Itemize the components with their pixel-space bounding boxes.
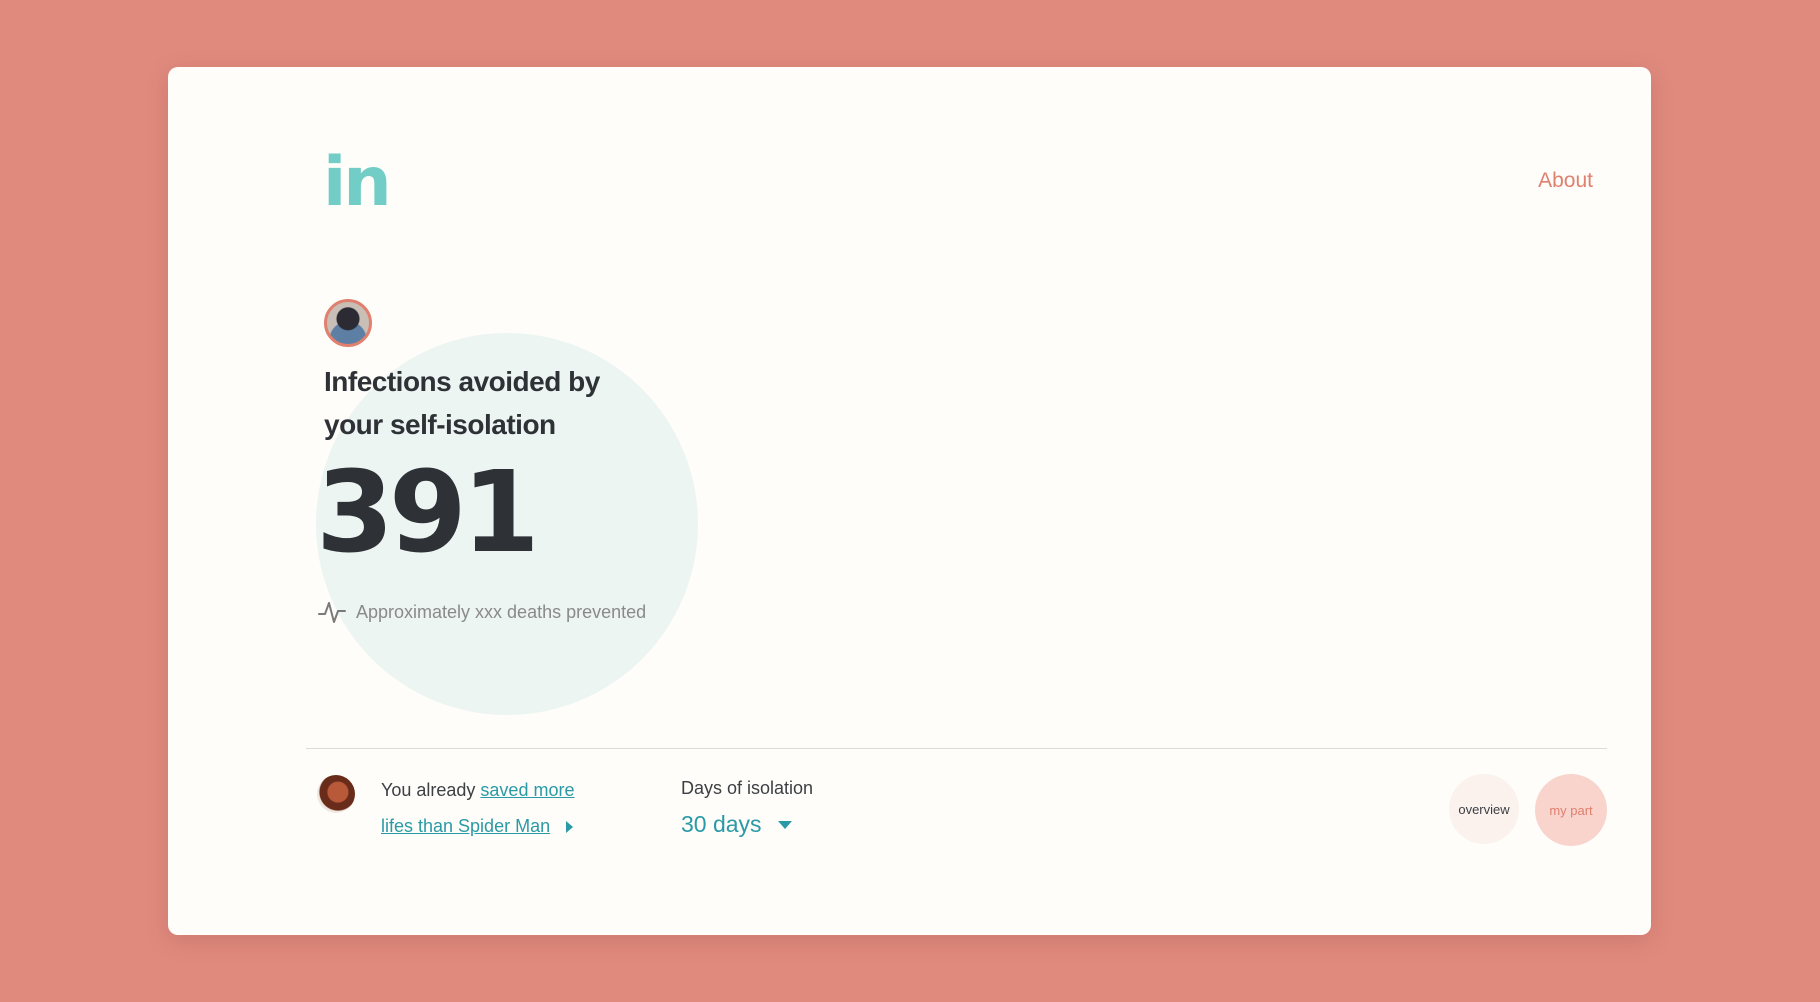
my-part-button[interactable]: my part <box>1535 774 1607 846</box>
deaths-prevented-row: Approximately xxx deaths prevented <box>318 599 646 625</box>
days-of-isolation-label: Days of isolation <box>681 778 814 798</box>
divider <box>306 748 1607 749</box>
chevron-right-icon[interactable] <box>566 821 574 834</box>
saved-prefix: You already <box>381 780 481 800</box>
infections-count: 391 <box>316 448 540 578</box>
overview-button[interactable]: overview <box>1449 774 1519 844</box>
chevron-down-icon[interactable] <box>777 820 792 829</box>
saved-lives-message: You already saved more lifes than Spider… <box>381 772 601 844</box>
spiderman-avatar <box>317 775 355 813</box>
about-link[interactable]: About <box>1538 169 1593 193</box>
user-avatar <box>324 299 372 347</box>
days-value[interactable]: 30 days <box>681 811 762 838</box>
deaths-prevented-text: Approximately xxx deaths prevented <box>356 601 647 622</box>
pulse-icon <box>318 602 346 623</box>
days-select[interactable]: 30 days <box>681 811 792 838</box>
app-logo[interactable]: in <box>323 149 392 217</box>
infections-title: Infections avoided by your self-isolatio… <box>324 366 600 440</box>
main-card: in About Infections avoided by your self… <box>168 67 1651 935</box>
